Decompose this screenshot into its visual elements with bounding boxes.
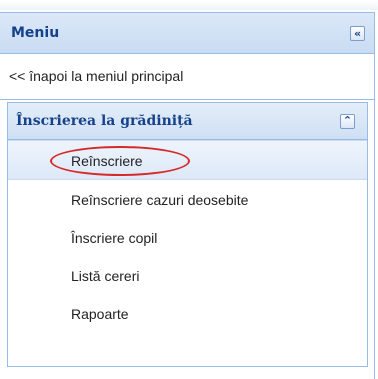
enrollment-menu-list: Reînscriere Reînscriere cazuri deosebite…	[8, 140, 367, 332]
menu-panel-header: Meniu «	[0, 13, 374, 54]
menu-item-label: Înscriere copil	[71, 230, 158, 246]
menu-item-rapoarte[interactable]: Rapoarte	[8, 294, 367, 332]
kindergarten-enrollment-title: Înscrierea la grădiniță	[16, 113, 193, 129]
menu-item-label: Listă cereri	[71, 268, 140, 284]
menu-item-reinscriere[interactable]: Reînscriere	[8, 140, 367, 180]
menu-item-inscriere-copil[interactable]: Înscriere copil	[8, 218, 367, 256]
menu-panel-title: Meniu	[11, 25, 60, 41]
collapse-section-button[interactable]: ⌃	[340, 114, 355, 129]
menu-item-lista-cereri[interactable]: Listă cereri	[8, 256, 367, 294]
menu-item-label: Reînscriere	[71, 153, 143, 169]
kindergarten-enrollment-header[interactable]: Înscrierea la grădiniță ⌃	[8, 103, 367, 140]
collapse-panel-button[interactable]: «	[350, 26, 365, 41]
menu-item-label: Reînscriere cazuri deosebite	[71, 192, 249, 208]
menu-item-label: Rapoarte	[71, 306, 129, 322]
back-to-main-menu-link[interactable]: << înapoi la meniul principal	[0, 54, 374, 100]
top-strip	[0, 0, 378, 10]
kindergarten-enrollment-panel: Înscrierea la grădiniță ⌃ Reînscriere Re…	[7, 102, 368, 367]
menu-item-reinscriere-cazuri-deosebite[interactable]: Reînscriere cazuri deosebite	[8, 180, 367, 218]
